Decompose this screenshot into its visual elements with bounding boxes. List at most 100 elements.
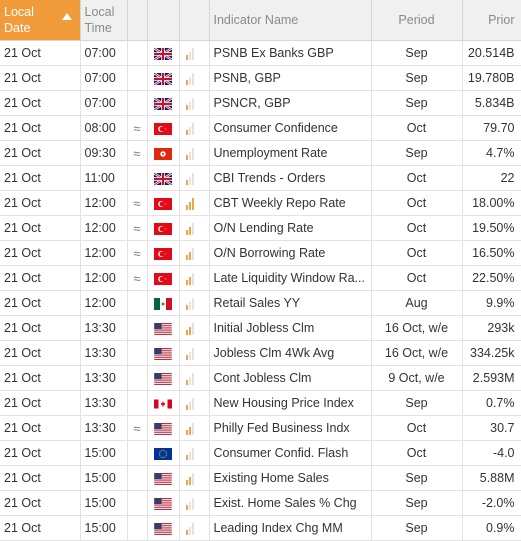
approximate-time-icon: ≈ [127,415,148,441]
country-flag-cell [147,90,180,116]
importance-bars-icon [185,72,194,85]
table-row[interactable]: 21 Oct 13:30 ≈ Philly Fed Business Indx Oct 3… [0,415,521,441]
indicator-name[interactable]: CBI Trends - Orders [209,165,372,191]
event-time: 15:00 [80,515,128,541]
prior-value: 18.00% [462,190,521,216]
indicator-name[interactable]: Cont Jobless Clm [209,365,372,391]
indicator-name[interactable]: PSNB, GBP [209,65,372,91]
importance-bars-icon [185,247,194,260]
indicator-name[interactable]: O/N Borrowing Rate [209,240,372,266]
indicator-name[interactable]: Consumer Confidence [209,115,372,141]
event-date: 21 Oct [0,190,81,216]
table-row[interactable]: 21 Oct 13:30 Cont Jobless Clm 9 Oct, w/e 2.5… [0,365,521,391]
table-row[interactable]: 21 Oct 15:00 Consumer Confid. Flash Oct -4.0 [0,440,521,466]
event-time: 13:30 [80,390,128,416]
table-row[interactable]: 21 Oct 07:00 PSNB Ex Banks GBP Sep 20.514B [0,40,521,66]
table-row[interactable]: 21 Oct 13:30 Jobless Clm 4Wk Avg 16 Oct, w/… [0,340,521,366]
event-date: 21 Oct [0,390,81,416]
hk-flag-icon [154,147,172,160]
us-flag-icon [154,422,172,435]
indicator-name[interactable]: Exist. Home Sales % Chg [209,490,372,516]
indicator-name[interactable]: Philly Fed Business Indx [209,415,372,441]
importance-cell [179,140,210,166]
event-time: 15:00 [80,440,128,466]
indicator-name[interactable]: New Housing Price Index [209,390,372,416]
event-time: 13:30 [80,315,128,341]
prior-value: 2.593M [462,365,521,391]
event-period: Oct [371,215,463,241]
table-row[interactable]: 21 Oct 15:00 Exist. Home Sales % Chg Sep -2.… [0,490,521,516]
tr-flag-icon [154,247,172,260]
column-header-prior[interactable]: Prior [462,0,521,41]
event-time: 13:30 [80,415,128,441]
country-flag-cell [147,65,180,91]
importance-cell [179,65,210,91]
table-row[interactable]: 21 Oct 09:30 ≈ Unemployment Rate Sep 4.7% [0,140,521,166]
importance-cell [179,240,210,266]
column-header-indicator-name[interactable]: Indicator Name [209,0,372,41]
event-date: 21 Oct [0,65,81,91]
indicator-name[interactable]: PSNCR, GBP [209,90,372,116]
table-row[interactable]: 21 Oct 13:30 Initial Jobless Clm 16 Oct, w/… [0,315,521,341]
column-header-period[interactable]: Period [371,0,463,41]
table-row[interactable]: 21 Oct 11:00 CBI Trends - Orders Oct 22 [0,165,521,191]
economic-calendar-table: Local Date Local Time Indicator Name Per… [0,0,521,541]
table-row[interactable]: 21 Oct 12:00 ≈ O/N Borrowing Rate Oct 16.50% [0,240,521,266]
country-flag-cell [147,340,180,366]
event-date: 21 Oct [0,215,81,241]
table-row[interactable]: 21 Oct 13:30 New Housing Price Index Sep 0.7… [0,390,521,416]
table-row[interactable]: 21 Oct 07:00 PSNCR, GBP Sep 5.834B [0,90,521,116]
event-period: Sep [371,390,463,416]
approximate-time-icon [127,340,148,366]
indicator-name[interactable]: O/N Lending Rate [209,215,372,241]
country-flag-cell [147,390,180,416]
prior-value: 293k [462,315,521,341]
event-date: 21 Oct [0,515,81,541]
country-flag-cell [147,240,180,266]
column-header-local-date[interactable]: Local Date [0,0,81,41]
event-time: 12:00 [80,265,128,291]
table-row[interactable]: 21 Oct 12:00 ≈ Late Liquidity Window Ra... O… [0,265,521,291]
indicator-name[interactable]: Consumer Confid. Flash [209,440,372,466]
table-row[interactable]: 21 Oct 12:00 Retail Sales YY Aug 9.9% [0,290,521,316]
approximate-time-icon [127,290,148,316]
prior-value: 5.834B [462,90,521,116]
indicator-name[interactable]: Leading Index Chg MM [209,515,372,541]
country-flag-cell [147,40,180,66]
event-date: 21 Oct [0,90,81,116]
table-row[interactable]: 21 Oct 07:00 PSNB, GBP Sep 19.780B [0,65,521,91]
importance-bars-icon [185,47,194,60]
table-row[interactable]: 21 Oct 15:00 Existing Home Sales Sep 5.88M [0,465,521,491]
country-flag-cell [147,290,180,316]
approximate-time-icon [127,165,148,191]
column-header-local-time[interactable]: Local Time [80,0,128,41]
indicator-name[interactable]: Late Liquidity Window Ra... [209,265,372,291]
indicator-name[interactable]: Existing Home Sales [209,465,372,491]
indicator-name[interactable]: Initial Jobless Clm [209,315,372,341]
importance-cell [179,290,210,316]
event-period: Oct [371,115,463,141]
indicator-name[interactable]: Jobless Clm 4Wk Avg [209,340,372,366]
indicator-name[interactable]: PSNB Ex Banks GBP [209,40,372,66]
importance-cell [179,365,210,391]
event-time: 13:30 [80,365,128,391]
event-time: 12:00 [80,240,128,266]
approximate-time-icon: ≈ [127,240,148,266]
table-row[interactable]: 21 Oct 12:00 ≈ O/N Lending Rate Oct 19.50% [0,215,521,241]
prior-value: 22 [462,165,521,191]
us-flag-icon [154,472,172,485]
column-header-importance [179,0,210,41]
us-flag-icon [154,372,172,385]
indicator-name[interactable]: CBT Weekly Repo Rate [209,190,372,216]
event-date: 21 Oct [0,440,81,466]
indicator-name[interactable]: Unemployment Rate [209,140,372,166]
local-date-label: Local Date [4,5,34,35]
approximate-time-icon [127,465,148,491]
prior-value: 0.9% [462,515,521,541]
table-row[interactable]: 21 Oct 08:00 ≈ Consumer Confidence Oct 79.70 [0,115,521,141]
sort-ascending-icon[interactable] [61,13,72,20]
indicator-name[interactable]: Retail Sales YY [209,290,372,316]
event-period: Sep [371,515,463,541]
table-row[interactable]: 21 Oct 15:00 Leading Index Chg MM Sep 0.9% [0,515,521,541]
table-row[interactable]: 21 Oct 12:00 ≈ CBT Weekly Repo Rate Oct 18.00… [0,190,521,216]
